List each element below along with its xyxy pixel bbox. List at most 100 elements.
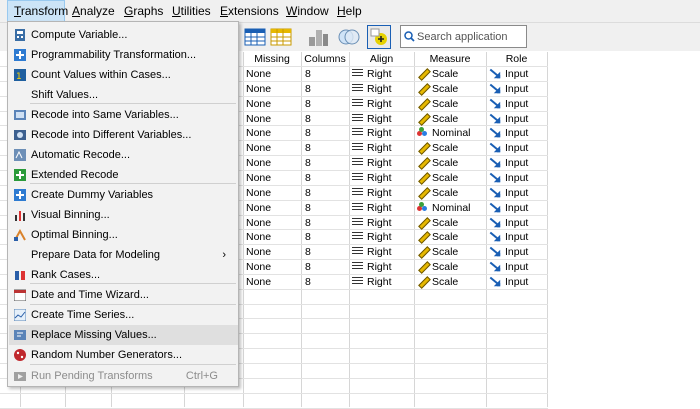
menu-item-count-values-within-cases[interactable]: 1 Count Values within Cases... (9, 65, 238, 85)
cell-missing[interactable]: None (246, 126, 300, 140)
cell-role[interactable]: Input (489, 171, 546, 185)
cell-columns[interactable]: 8 (305, 186, 348, 200)
cell-align[interactable]: Right (352, 112, 413, 126)
cell-columns[interactable]: 8 (305, 216, 348, 230)
menu-item-extended-recode[interactable]: Extended Recode (9, 165, 238, 185)
cell-measure[interactable]: Scale (417, 275, 485, 289)
column-header-columns[interactable]: Columns (301, 52, 349, 66)
cell-measure[interactable]: Scale (417, 156, 485, 170)
menu-item-automatic-recode[interactable]: Automatic Recode... (9, 145, 238, 165)
cell-missing[interactable]: None (246, 112, 300, 126)
cell-measure[interactable]: Scale (417, 67, 485, 81)
cell-columns[interactable]: 8 (305, 156, 348, 170)
cell-role[interactable]: Input (489, 275, 546, 289)
menu-item-shift-values[interactable]: Shift Values... (9, 85, 238, 105)
cell-missing[interactable]: None (246, 260, 300, 274)
cell-role[interactable]: Input (489, 156, 546, 170)
menu-analyze[interactable]: Analyze (66, 0, 121, 22)
cell-role[interactable]: Input (489, 82, 546, 96)
cell-missing[interactable]: None (246, 156, 300, 170)
cell-columns[interactable]: 8 (305, 126, 348, 140)
cell-missing[interactable]: None (246, 216, 300, 230)
menu-window[interactable]: Window (280, 0, 335, 22)
cell-columns[interactable]: 8 (305, 275, 348, 289)
cell-missing[interactable]: None (246, 67, 300, 81)
column-header-align[interactable]: Align (349, 52, 414, 66)
cell-align[interactable]: Right (352, 97, 413, 111)
menu-item-compute-variable[interactable]: Compute Variable... (9, 25, 238, 45)
cell-missing[interactable]: None (246, 230, 300, 244)
cell-missing[interactable]: None (246, 186, 300, 200)
cell-measure[interactable]: Nominal (417, 201, 485, 215)
cell-measure[interactable]: Scale (417, 97, 485, 111)
menu-item-programmability-transformation[interactable]: Programmability Transformation... (9, 45, 238, 65)
cell-align[interactable]: Right (352, 275, 413, 289)
cell-role[interactable]: Input (489, 112, 546, 126)
menu-item-recode-into-different-variables[interactable]: Recode into Different Variables... (9, 125, 238, 145)
cell-role[interactable]: Input (489, 186, 546, 200)
menu-item-run-pending-transforms[interactable]: Run Pending Transforms Ctrl+G (9, 366, 238, 386)
menu-item-prepare-data-for-modeling[interactable]: Prepare Data for Modeling › (9, 245, 238, 265)
cell-align[interactable]: Right (352, 67, 413, 81)
menu-transform[interactable]: Transform (7, 0, 68, 22)
menu-item-replace-missing-values[interactable]: Replace Missing Values... (9, 325, 238, 345)
cell-columns[interactable]: 8 (305, 245, 348, 259)
search-input[interactable] (417, 28, 523, 45)
menu-item-create-time-series[interactable]: Create Time Series... (9, 305, 238, 325)
cell-align[interactable]: Right (352, 230, 413, 244)
menu-item-random-number-generators[interactable]: Random Number Generators... (9, 345, 238, 365)
cell-measure[interactable]: Scale (417, 186, 485, 200)
cell-measure[interactable]: Scale (417, 171, 485, 185)
column-header-missing[interactable]: Missing (243, 52, 301, 66)
cell-role[interactable]: Input (489, 201, 546, 215)
cell-missing[interactable]: None (246, 97, 300, 111)
cell-role[interactable]: Input (489, 230, 546, 244)
menu-item-create-dummy-variables[interactable]: Create Dummy Variables (9, 185, 238, 205)
cell-columns[interactable]: 8 (305, 97, 348, 111)
cell-align[interactable]: Right (352, 216, 413, 230)
cell-align[interactable]: Right (352, 171, 413, 185)
variable-view-icon[interactable] (269, 25, 293, 49)
cell-columns[interactable]: 8 (305, 201, 348, 215)
cell-measure[interactable]: Nominal (417, 126, 485, 140)
cell-measure[interactable]: Scale (417, 141, 485, 155)
cell-role[interactable]: Input (489, 260, 546, 274)
menu-item-recode-into-same-variables[interactable]: Recode into Same Variables... (9, 105, 238, 125)
cell-missing[interactable]: None (246, 245, 300, 259)
cell-role[interactable]: Input (489, 141, 546, 155)
cell-missing[interactable]: None (246, 141, 300, 155)
cell-missing[interactable]: None (246, 201, 300, 215)
menu-item-rank-cases[interactable]: Rank Cases... (9, 265, 238, 285)
cell-columns[interactable]: 8 (305, 82, 348, 96)
cell-measure[interactable]: Scale (417, 245, 485, 259)
menu-utilities[interactable]: Utilities (166, 0, 217, 22)
column-header-measure[interactable]: Measure (414, 52, 486, 66)
menu-item-date-and-time-wizard[interactable]: Date and Time Wizard... (9, 285, 238, 305)
cell-align[interactable]: Right (352, 141, 413, 155)
cell-columns[interactable]: 8 (305, 112, 348, 126)
menu-extensions[interactable]: Extensions (214, 0, 285, 22)
cell-role[interactable]: Input (489, 97, 546, 111)
cell-align[interactable]: Right (352, 156, 413, 170)
cell-measure[interactable]: Scale (417, 82, 485, 96)
cell-measure[interactable]: Scale (417, 112, 485, 126)
cell-missing[interactable]: None (246, 82, 300, 96)
cell-align[interactable]: Right (352, 201, 413, 215)
cell-columns[interactable]: 8 (305, 171, 348, 185)
cell-measure[interactable]: Scale (417, 216, 485, 230)
cell-role[interactable]: Input (489, 245, 546, 259)
chart-builder-icon[interactable] (306, 25, 330, 49)
data-view-icon[interactable] (243, 25, 267, 49)
cell-missing[interactable]: None (246, 171, 300, 185)
cell-missing[interactable]: None (246, 275, 300, 289)
cell-role[interactable]: Input (489, 67, 546, 81)
venn-icon[interactable] (337, 25, 361, 49)
cell-align[interactable]: Right (352, 82, 413, 96)
menu-help[interactable]: Help (331, 0, 368, 22)
cell-role[interactable]: Input (489, 126, 546, 140)
column-header-role[interactable]: Role (486, 52, 547, 66)
cell-align[interactable]: Right (352, 126, 413, 140)
cell-role[interactable]: Input (489, 216, 546, 230)
search-box[interactable] (400, 25, 527, 48)
cell-columns[interactable]: 8 (305, 67, 348, 81)
